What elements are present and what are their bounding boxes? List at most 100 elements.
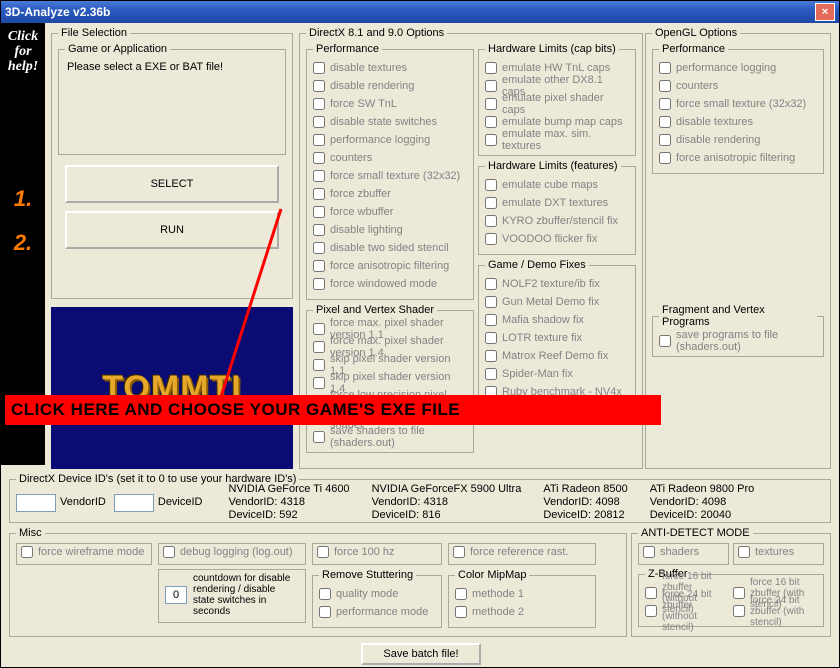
vendor-id-input[interactable]	[16, 494, 56, 512]
dx-hwcaps-checkbox-2[interactable]: emulate pixel shader caps	[485, 96, 629, 112]
preset-card-3: ATi Radeon 9800 ProVendorID: 4098DeviceI…	[650, 483, 755, 522]
window-title: 3D-Analyze v2.36b	[5, 5, 110, 19]
help-text: Click for help!	[1, 23, 45, 80]
preset-card-2: ATi Radeon 8500VendorID: 4098DeviceID: 2…	[543, 483, 627, 522]
game-demo-fixes-legend: Game / Demo Fixes	[485, 259, 589, 271]
ogl-perf-checkbox-5[interactable]: force anisotropic filtering	[659, 150, 817, 166]
dx-fixes-checkbox-4[interactable]: Matrox Reef Demo fix	[485, 348, 629, 364]
debug-log-box: debug logging (log.out)	[158, 543, 306, 565]
zbuffer-checkbox-3[interactable]: force 24 bit zbuffer (with stencil)	[733, 603, 817, 619]
color-mipmap-legend: Color MipMap	[455, 569, 529, 581]
misc-group: Misc force wireframe mode debug logging …	[9, 527, 627, 637]
logo-panel: TOMMTI	[51, 307, 293, 469]
hw-caps-legend: Hardware Limits (cap bits)	[485, 43, 619, 55]
device-id-input[interactable]	[114, 494, 154, 512]
game-app-group: Game or Application Please select a EXE …	[58, 43, 286, 155]
dx-perf-checkbox-10[interactable]: disable two sided stencil	[313, 240, 467, 256]
hw-features-legend: Hardware Limits (features)	[485, 160, 621, 172]
file-selection-group: File Selection Game or Application Pleas…	[51, 27, 293, 299]
dx-fixes-checkbox-2[interactable]: Mafia shadow fix	[485, 312, 629, 328]
pixel-vertex-shader-group: Pixel and Vertex Shader force max. pixel…	[306, 304, 474, 453]
force-100hz-checkbox[interactable]: force 100 hz	[317, 546, 437, 558]
zbuffer-checkbox-2[interactable]: force 24 bit zbuffer (without stencil)	[645, 603, 729, 619]
force-refrast-checkbox[interactable]: force reference rast.	[453, 546, 591, 558]
device-id-label: DeviceID	[158, 496, 203, 509]
file-prompt: Please select a EXE or BAT file!	[65, 59, 279, 81]
anti-detect-group: ANTI-DETECT MODE shaders textures Z-Buff…	[631, 527, 831, 637]
anti-detect-legend: ANTI-DETECT MODE	[638, 527, 753, 539]
countdown-box: countdown for disable rendering / disabl…	[158, 569, 306, 623]
step-1-label: 1.	[1, 186, 45, 212]
dx-perf-checkbox-11[interactable]: force anisotropic filtering	[313, 258, 467, 274]
preset-card-1: NVIDIA GeForceFX 5900 UltraVendorID: 431…	[372, 483, 522, 522]
dx-hwfeat-checkbox-0[interactable]: emulate cube maps	[485, 177, 629, 193]
dx-perf-checkbox-0[interactable]: disable textures	[313, 60, 467, 76]
client-area: Click for help! 1. 2. File Selection Gam…	[1, 23, 839, 667]
dx-hwfeat-checkbox-1[interactable]: emulate DXT textures	[485, 195, 629, 211]
color-mipmap-checkbox-0[interactable]: methode 1	[455, 586, 589, 602]
debug-logging-checkbox[interactable]: debug logging (log.out)	[163, 546, 301, 558]
directx-legend: DirectX 8.1 and 9.0 Options	[306, 27, 447, 39]
remove-stuttering-checkbox-1[interactable]: performance mode	[319, 604, 435, 620]
game-demo-fixes-group: Game / Demo Fixes NOLF2 texture/ib fix Gu…	[478, 259, 636, 409]
remove-stuttering-legend: Remove Stuttering	[319, 569, 416, 581]
preset-card-0: NVIDIA GeForce Ti 4600VendorID: 4318Devi…	[229, 483, 350, 522]
adm-shaders-checkbox[interactable]: shaders	[643, 546, 724, 558]
title-bar: 3D-Analyze v2.36b ×	[1, 1, 839, 24]
force-100hz-box: force 100 hz	[312, 543, 442, 565]
close-button[interactable]: ×	[815, 3, 835, 21]
pixel-vertex-shader-legend: Pixel and Vertex Shader	[313, 304, 437, 316]
dx-hwcaps-checkbox-4[interactable]: emulate max. sim. textures	[485, 132, 629, 148]
dx-perf-checkbox-9[interactable]: disable lighting	[313, 222, 467, 238]
dx-perf-checkbox-8[interactable]: force wbuffer	[313, 204, 467, 220]
ogl-fvp-checkbox-0[interactable]: save programs to file (shaders.out)	[659, 333, 817, 349]
force-wireframe-checkbox[interactable]: force wireframe mode	[21, 546, 147, 558]
ogl-perf-checkbox-2[interactable]: force small texture (32x32)	[659, 96, 817, 112]
annotation-banner: CLICK HERE AND CHOOSE YOUR GAME'S EXE FI…	[5, 395, 661, 425]
ogl-perf-checkbox-4[interactable]: disable rendering	[659, 132, 817, 148]
dx-hwfeat-checkbox-3[interactable]: VOODOO flicker fix	[485, 231, 629, 247]
dx-hwfeat-checkbox-2[interactable]: KYRO zbuffer/stencil fix	[485, 213, 629, 229]
dx-perf-checkbox-1[interactable]: disable rendering	[313, 78, 467, 94]
step-2-label: 2.	[1, 230, 45, 256]
ogl-perf-checkbox-1[interactable]: counters	[659, 78, 817, 94]
vendor-id-label: VendorID	[60, 496, 106, 509]
save-batch-button[interactable]: Save batch file!	[361, 643, 481, 665]
ogl-performance-legend: Performance	[659, 43, 728, 55]
device-ids-group: DirectX Device ID's (set it to 0 to use …	[9, 473, 831, 523]
dx-perf-checkbox-3[interactable]: disable state switches	[313, 114, 467, 130]
run-button[interactable]: RUN	[65, 211, 279, 249]
dx-performance-legend: Performance	[313, 43, 382, 55]
fragment-vertex-programs-group: Fragment and Vertex Programs save progra…	[652, 304, 824, 357]
dx-performance-group: Performance disable textures disable rend…	[306, 43, 474, 300]
dx-perf-checkbox-5[interactable]: counters	[313, 150, 467, 166]
wireframe-box: force wireframe mode	[16, 543, 152, 565]
countdown-input[interactable]	[165, 586, 187, 604]
dx-fixes-checkbox-5[interactable]: Spider-Man fix	[485, 366, 629, 382]
hw-caps-group: Hardware Limits (cap bits) emulate HW Tn…	[478, 43, 636, 156]
file-selection-legend: File Selection	[58, 27, 130, 39]
opengl-legend: OpenGL Options	[652, 27, 740, 39]
ogl-perf-checkbox-0[interactable]: performance logging	[659, 60, 817, 76]
dx-perf-checkbox-4[interactable]: performance logging	[313, 132, 467, 148]
refrast-box: force reference rast.	[448, 543, 596, 565]
dx-fixes-checkbox-0[interactable]: NOLF2 texture/ib fix	[485, 276, 629, 292]
countdown-label: countdown for disable rendering / disabl…	[193, 573, 299, 617]
color-mipmap-group: Color MipMap methode 1 methode 2	[448, 569, 596, 628]
color-mipmap-checkbox-1[interactable]: methode 2	[455, 604, 589, 620]
zbuffer-group: Z-Buffer force 16 bit zbuffer (without s…	[638, 568, 824, 627]
app-window: 3D-Analyze v2.36b × Click for help! 1. 2…	[0, 0, 840, 668]
dx-fixes-checkbox-1[interactable]: Gun Metal Demo fix	[485, 294, 629, 310]
dx-perf-checkbox-7[interactable]: force zbuffer	[313, 186, 467, 202]
remove-stuttering-checkbox-0[interactable]: quality mode	[319, 586, 435, 602]
dx-perf-checkbox-2[interactable]: force SW TnL	[313, 96, 467, 112]
dx-pvs-checkbox-6[interactable]: save shaders to file (shaders.out)	[313, 429, 467, 445]
dx-perf-checkbox-6[interactable]: force small texture (32x32)	[313, 168, 467, 184]
ogl-perf-checkbox-3[interactable]: disable textures	[659, 114, 817, 130]
dx-perf-checkbox-12[interactable]: force windowed mode	[313, 276, 467, 292]
adm-textures-checkbox[interactable]: textures	[738, 546, 819, 558]
dx-fixes-checkbox-3[interactable]: LOTR texture fix	[485, 330, 629, 346]
hw-features-group: Hardware Limits (features) emulate cube …	[478, 160, 636, 255]
remove-stuttering-group: Remove Stuttering quality mode performanc…	[312, 569, 442, 628]
select-button[interactable]: SELECT	[65, 165, 279, 203]
